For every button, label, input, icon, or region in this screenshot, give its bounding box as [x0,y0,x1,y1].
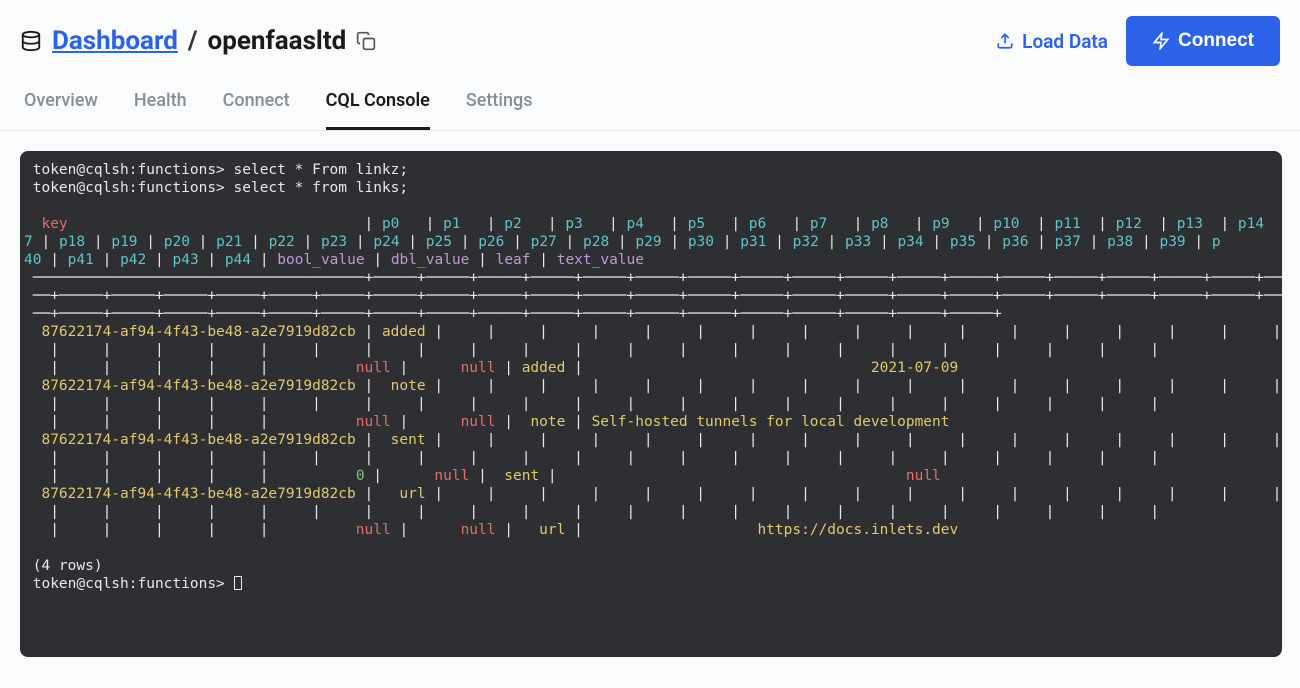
connect-button[interactable]: Connect [1126,16,1280,66]
tab-connect[interactable]: Connect [223,90,290,130]
upload-icon [996,32,1014,50]
copy-icon[interactable] [356,31,376,51]
connect-label: Connect [1178,30,1254,52]
tabs: Overview Health Connect CQL Console Sett… [0,74,1300,131]
tab-overview[interactable]: Overview [24,90,98,130]
cql-console[interactable]: token@cqlsh:functions> select * From lin… [20,151,1282,657]
tab-health[interactable]: Health [134,90,187,130]
tab-settings[interactable]: Settings [466,90,533,130]
dashboard-link[interactable]: Dashboard [52,26,178,56]
lightning-icon [1152,32,1170,50]
breadcrumb-sep: / [188,26,198,56]
breadcrumb: Dashboard / openfaasltd [20,26,376,56]
page-header: Dashboard / openfaasltd Load Data Connec… [0,0,1300,74]
header-actions: Load Data Connect [996,16,1280,66]
tab-cql-console[interactable]: CQL Console [326,90,430,130]
console-container: token@cqlsh:functions> select * From lin… [0,131,1300,677]
breadcrumb-current: openfaasltd [208,26,347,56]
database-icon [20,30,42,52]
load-data-label: Load Data [1022,30,1108,53]
load-data-button[interactable]: Load Data [996,30,1108,53]
